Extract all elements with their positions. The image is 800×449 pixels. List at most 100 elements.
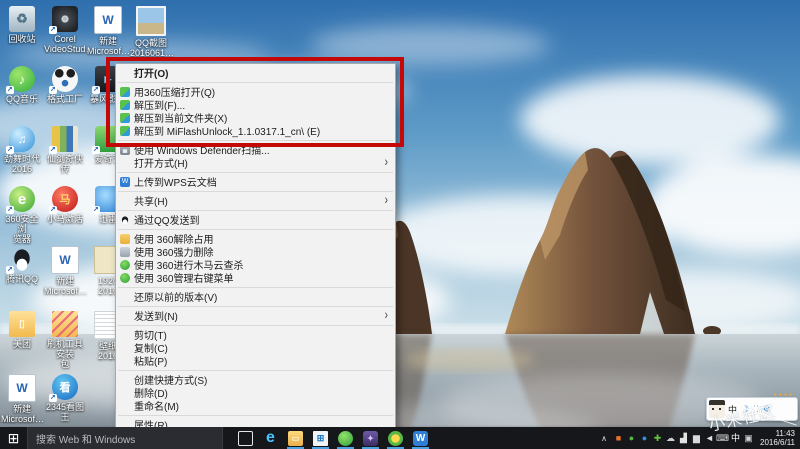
submenu-arrow-icon: › xyxy=(384,307,388,324)
menu-item-label: 上传到WPS云文档 xyxy=(134,178,217,189)
menu-item-icon-spacer xyxy=(120,356,130,366)
menu-item-label: 发送到(N) xyxy=(134,312,178,323)
taskbar-app-360-antivirus[interactable] xyxy=(383,427,408,449)
taskbar-search-input[interactable]: 搜索 Web 和 Windows xyxy=(27,427,223,449)
desktop-icon-flash-tool-folder[interactable]: 刷机工具安装 包 xyxy=(44,311,86,369)
2345-picture-viewer-icon: 看 ➚ xyxy=(49,374,78,402)
menu-item-icon-spacer xyxy=(120,292,130,302)
shortcut-arrow-badge: ➚ xyxy=(6,86,14,94)
menu-item-label: 使用 360管理右键菜单 xyxy=(134,274,234,285)
context-menu-item[interactable]: W 上传到WPS云文档 xyxy=(116,175,395,189)
desktop-icon-label: 2345看图王 xyxy=(45,402,85,422)
desktop-icon-label: 仙剑奇侠传 xyxy=(46,154,83,174)
edge-browser-icon: e xyxy=(266,429,275,446)
shield360-icon xyxy=(120,272,130,283)
desktop-icon-label: QQ截图 2016061… xyxy=(130,38,175,58)
qq-screenshot-icon xyxy=(136,6,166,36)
context-menu-item[interactable]: 发送到(N) › xyxy=(116,307,395,324)
shortcut-arrow-badge: ➚ xyxy=(92,146,100,154)
desktop-icon-new-word-document-1[interactable]: W 新建 Microsof… xyxy=(87,6,130,56)
desktop-icon-label: 新建 Microsof… xyxy=(44,276,88,296)
taskbar-app-edge-browser[interactable]: e xyxy=(258,427,283,449)
shortcut-arrow-badge: ➚ xyxy=(6,266,14,274)
qq-music-icon: ♪ ➚ xyxy=(6,66,35,94)
trash360-icon xyxy=(120,246,130,257)
meituan-folder-icon: ▯ xyxy=(9,311,35,337)
desktop-icon-recycle-bin[interactable]: ♻ 回收站 xyxy=(1,6,43,44)
taskbar: ⊞ 搜索 Web 和 Windows e ▭ ⊞ ✦ W ∧ ■ ● ● ✚ ☁ ▟ ▆ ◄ ⌨ 中 ▣ 1… xyxy=(0,427,800,449)
desktop-screen: ♻ 回收站 ✶ ➚ Corel VideoStud… W 新建 Microsof… QQ截图 … xyxy=(0,0,800,449)
network-icon[interactable]: ▟ xyxy=(677,427,690,449)
new-word-document-1-icon: W xyxy=(94,6,122,34)
tencent-qq-icon: ➚ xyxy=(6,246,35,274)
context-menu-item[interactable]: 使用 360管理右键菜单 xyxy=(116,271,395,285)
menu-separator xyxy=(118,171,393,173)
taskbar-app-task-view[interactable] xyxy=(233,427,258,449)
desktop-icon-2345-picture-viewer[interactable]: 看 ➚ 2345看图王 xyxy=(44,374,86,422)
shortcut-arrow-badge: ➚ xyxy=(49,206,57,214)
desktop-icon-dance-game-2016[interactable]: ♫ ➚ 劲舞时代 2016 xyxy=(1,126,43,174)
desktop-icon-label: 劲舞时代 2016 xyxy=(3,154,40,174)
menu-item-icon-spacer xyxy=(120,311,130,321)
menu-separator xyxy=(118,324,393,326)
context-menu-item[interactable]: 还原以前的版本(V) xyxy=(116,290,395,304)
taskbar-app-file-explorer[interactable]: ▭ xyxy=(283,427,308,449)
360-safe-guard-icon xyxy=(338,430,353,446)
windows-logo-icon: ⊞ xyxy=(7,429,20,446)
taskbar-apps: e ▭ ⊞ ✦ W xyxy=(233,427,433,449)
green-status-icon[interactable]: ● xyxy=(625,427,638,449)
menu-item-icon-spacer xyxy=(120,330,130,340)
taskbar-clock[interactable]: 11:43 2016/6/11 xyxy=(760,429,795,447)
desktop-icon-corel-videostudio[interactable]: ✶ ➚ Corel VideoStud… xyxy=(44,6,95,54)
game-center-icon: ✦ xyxy=(363,430,378,446)
cloud-icon[interactable]: ☁ xyxy=(664,427,677,449)
desktop-icon-label: 腾讯QQ xyxy=(5,274,38,284)
desktop-icon-360-browser[interactable]: e ➚ 360安全浏 览器 xyxy=(1,186,43,244)
taskbar-app-360-safe-guard[interactable] xyxy=(333,427,358,449)
context-menu-item[interactable]: 重命名(M) xyxy=(116,399,395,413)
menu-separator xyxy=(118,286,393,288)
menu-item-label: 通过QQ发送到 xyxy=(134,216,200,227)
desktop-icon-meituan-folder[interactable]: ▯ 美团 xyxy=(1,311,43,349)
desktop-icon-label: 美团 xyxy=(12,339,31,349)
360-tray-icon[interactable]: ■ xyxy=(612,427,625,449)
wps-office-icon: W xyxy=(413,430,428,446)
context-menu-item[interactable]: 粘贴(P) xyxy=(116,354,395,368)
menu-item-label: 共享(H) xyxy=(134,197,168,208)
desktop-icon-tencent-qq[interactable]: ➚ 腾讯QQ xyxy=(1,246,43,284)
tray-expand-chevron-icon[interactable]: ∧ xyxy=(601,434,607,443)
desktop-icon-new-word-document-3[interactable]: W 新建 Microsof… xyxy=(1,374,45,424)
desktop-icon-pony-activator[interactable]: 马 ➚ 小马激活 xyxy=(44,186,86,224)
menu-item-label: 粘贴(P) xyxy=(134,357,168,368)
dance-game-2016-icon: ♫ ➚ xyxy=(6,126,35,154)
qqpeng-icon xyxy=(120,214,130,225)
desktop-icon-qq-music[interactable]: ♪ ➚ QQ音乐 xyxy=(1,66,43,104)
360-antivirus-icon xyxy=(388,430,403,446)
desktop-icon-label: 新建 Microsof… xyxy=(1,404,45,424)
desktop-icon-qq-screenshot[interactable]: QQ截图 2016061… xyxy=(130,6,175,58)
desktop-icon-label: 小马激活 xyxy=(46,214,83,224)
ime-skin-dots: ●●●● xyxy=(773,392,794,398)
desktop-icon-format-factory[interactable]: ➚ 格式工厂 xyxy=(44,66,86,104)
context-menu-item[interactable]: 通过QQ发送到 xyxy=(116,213,395,227)
desktop-icon-label: Corel VideoStud… xyxy=(44,34,95,54)
menu-item-label: 还原以前的版本(V) xyxy=(134,293,218,304)
health-plus-icon[interactable]: ✚ xyxy=(651,427,664,449)
corel-videostudio-icon: ✶ ➚ xyxy=(49,6,78,34)
taskbar-app-wps-office[interactable]: W xyxy=(408,427,433,449)
menu-item-label: 打开方式(H) xyxy=(134,159,188,170)
taskbar-app-windows-store[interactable]: ⊞ xyxy=(308,427,333,449)
blue-status-icon[interactable]: ● xyxy=(638,427,651,449)
taskbar-app-game-center[interactable]: ✦ xyxy=(358,427,383,449)
360-browser-icon: e ➚ xyxy=(6,186,35,214)
wps-icon: W xyxy=(120,176,130,187)
touch-keyboard-icon[interactable]: ▣ xyxy=(742,427,755,449)
xianjian-game-icon: ➚ xyxy=(49,126,78,154)
desktop-icon-new-word-document-2[interactable]: W 新建 Microsof… xyxy=(44,246,88,296)
menu-separator xyxy=(118,369,393,371)
start-button[interactable]: ⊞ xyxy=(0,427,27,449)
context-menu-item[interactable]: 共享(H) › xyxy=(116,193,395,208)
desktop-icon-xianjian-game[interactable]: ➚ 仙剑奇侠传 xyxy=(44,126,86,174)
context-menu-item[interactable]: 打开方式(H) › xyxy=(116,155,395,170)
battery-icon[interactable]: ▆ xyxy=(690,427,703,449)
